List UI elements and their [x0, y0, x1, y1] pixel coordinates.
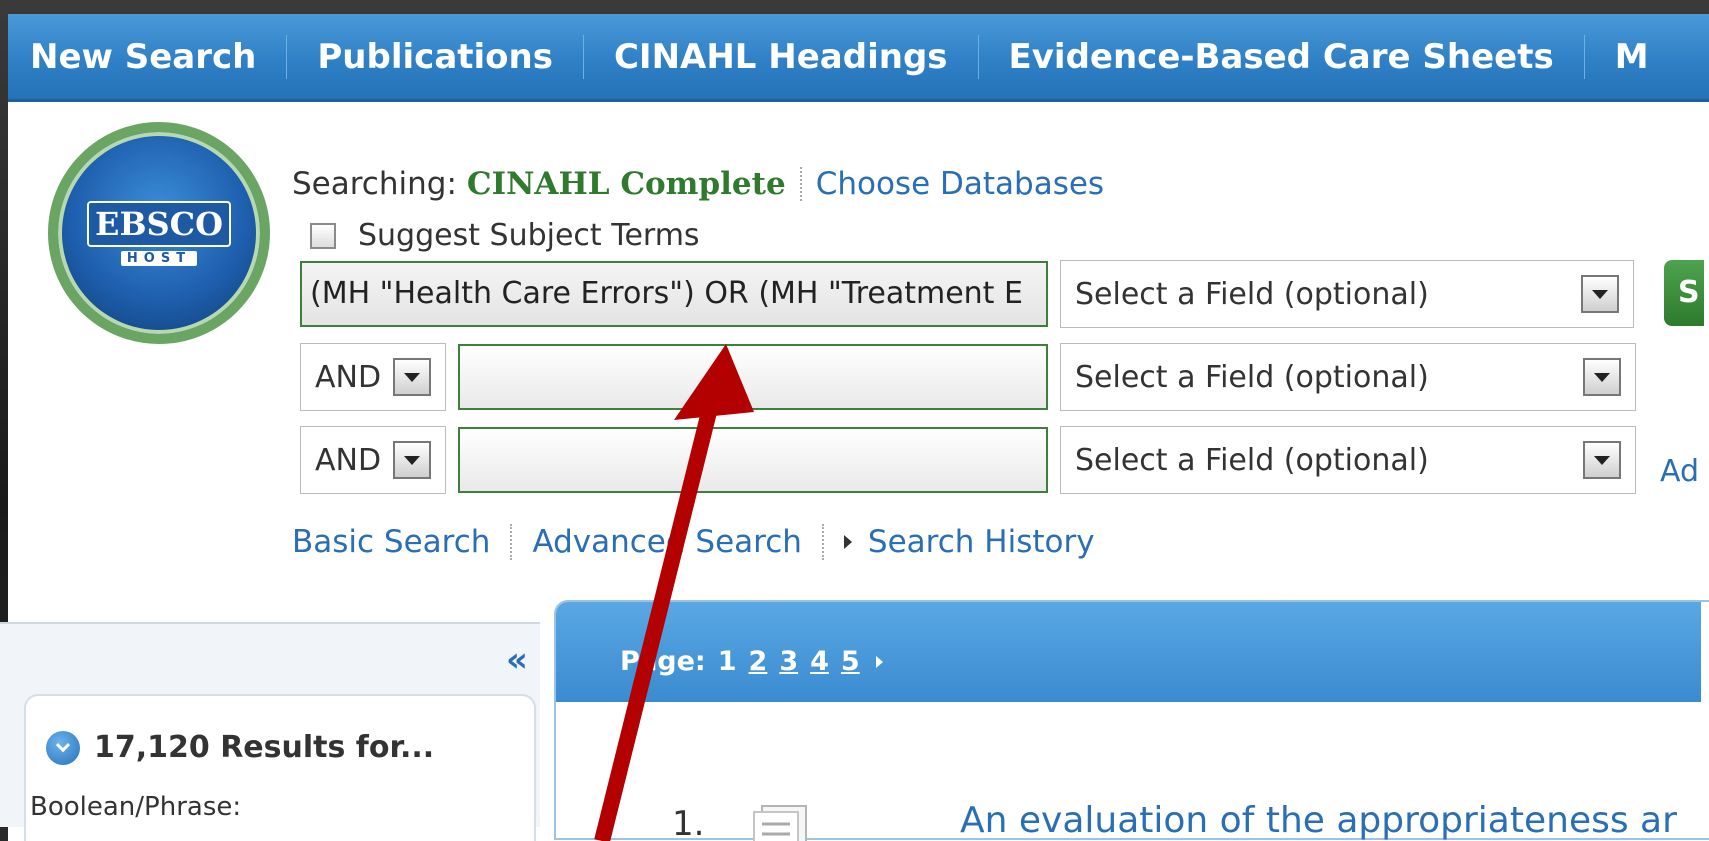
suggest-label: Suggest Subject Terms: [358, 218, 700, 253]
search-mode-links: Basic Search Advanced Search Search Hist…: [292, 524, 1095, 560]
chevron-down-icon[interactable]: [1581, 275, 1619, 313]
page-current: 1: [717, 646, 737, 677]
page-link-4[interactable]: 4: [810, 646, 829, 677]
operator-label: AND: [315, 359, 382, 395]
page-label: Page:: [620, 646, 706, 677]
document-icon: [753, 805, 807, 841]
choose-databases-link[interactable]: Choose Databases: [816, 166, 1104, 202]
boolean-phrase-label: Boolean/Phrase:: [30, 792, 242, 822]
results-header[interactable]: 17,120 Results for...: [46, 730, 434, 765]
pagination: Page: 1 2 3 4 5: [620, 646, 883, 677]
nav-cinahl-headings[interactable]: CINAHL Headings: [584, 34, 979, 79]
search-history-link[interactable]: Search History: [868, 524, 1095, 560]
nav-publications[interactable]: Publications: [287, 34, 584, 79]
chevron-down-icon[interactable]: [393, 358, 432, 396]
search-row-2: AND Select a Field (optional): [300, 343, 1636, 411]
advanced-search-link[interactable]: Advanced Search: [532, 524, 801, 560]
top-navigation: New Search Publications CINAHL Headings …: [8, 14, 1709, 102]
collapse-panel-icon[interactable]: «: [506, 640, 528, 680]
boolean-operator-select-2[interactable]: AND: [300, 343, 446, 411]
chevron-down-icon[interactable]: [393, 441, 432, 479]
chevron-down-icon[interactable]: [1583, 441, 1621, 479]
boolean-operator-select-3[interactable]: AND: [300, 426, 446, 494]
logo-word: EBSCO: [87, 200, 231, 247]
database-name: CINAHL Complete: [466, 166, 786, 202]
next-page-icon[interactable]: [875, 655, 883, 668]
nav-evidence-based-care-sheets[interactable]: Evidence-Based Care Sheets: [979, 34, 1585, 79]
ebsco-host-logo[interactable]: EBSCO HOST: [48, 122, 270, 344]
field-select-label: Select a Field (optional): [1075, 276, 1429, 312]
search-input-1[interactable]: (MH "Health Care Errors") OR (MH "Treatm…: [300, 261, 1048, 327]
results-count: 17,120 Results for...: [94, 730, 435, 765]
suggest-checkbox[interactable]: [310, 222, 336, 249]
page-link-3[interactable]: 3: [779, 646, 798, 677]
searching-row: Searching: CINAHL Complete Choose Databa…: [292, 164, 1104, 204]
nav-new-search[interactable]: New Search: [8, 34, 288, 79]
search-input-3[interactable]: [458, 427, 1048, 493]
field-select-3[interactable]: Select a Field (optional): [1060, 426, 1636, 494]
page-link-5[interactable]: 5: [841, 646, 860, 677]
field-select-label: Select a Field (optional): [1075, 442, 1429, 478]
nav-more[interactable]: M: [1585, 35, 1679, 79]
chevron-down-icon[interactable]: [46, 730, 80, 765]
logo-sub: HOST: [120, 250, 198, 266]
search-input-2[interactable]: [458, 344, 1048, 410]
result-number: 1.: [672, 804, 705, 841]
searching-label: Searching:: [292, 166, 457, 202]
basic-search-link[interactable]: Basic Search: [292, 524, 490, 560]
expand-arrow-icon[interactable]: [843, 535, 852, 549]
search-row-3: AND Select a Field (optional): [300, 426, 1636, 494]
field-select-1[interactable]: Select a Field (optional): [1060, 260, 1634, 328]
search-row-1: (MH "Health Care Errors") OR (MH "Treatm…: [300, 260, 1634, 328]
field-select-2[interactable]: Select a Field (optional): [1060, 343, 1636, 411]
page-link-2[interactable]: 2: [749, 646, 768, 677]
divider: [821, 524, 824, 560]
result-title-link[interactable]: An evaluation of the appropriateness ar: [960, 800, 1677, 841]
add-row-link[interactable]: Ad: [1660, 454, 1699, 489]
suggest-subject-terms[interactable]: Suggest Subject Terms: [310, 218, 700, 253]
divider: [510, 524, 513, 560]
search-button[interactable]: S: [1664, 260, 1704, 326]
divider: [799, 167, 802, 201]
chevron-down-icon[interactable]: [1583, 358, 1621, 396]
operator-label: AND: [315, 442, 382, 478]
field-select-label: Select a Field (optional): [1075, 359, 1429, 395]
